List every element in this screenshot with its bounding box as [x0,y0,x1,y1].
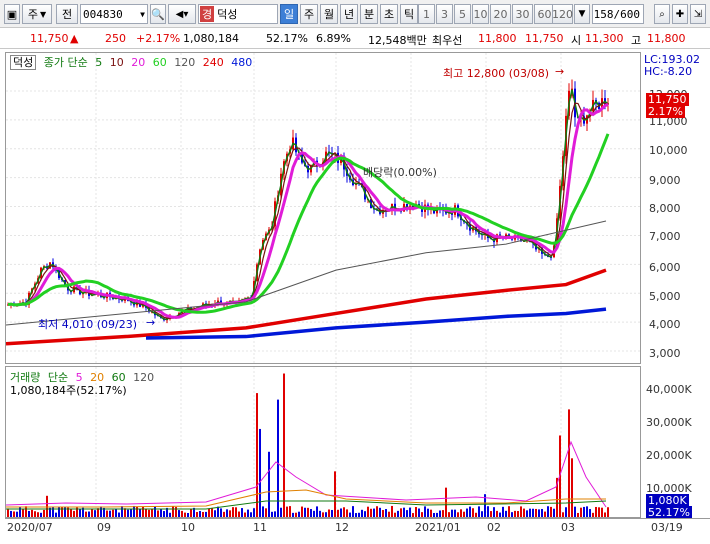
best-bid: 11,750 [525,32,564,45]
open-price: 11,300 [585,32,624,45]
tab-period-2[interactable]: 월 [320,4,338,24]
pin-icon[interactable]: ✚ [672,4,688,24]
tab-period-4[interactable]: 분 [360,4,378,24]
volume-tick: 40,000K [646,383,692,396]
price-change: 250 [105,32,126,45]
expand-icon[interactable]: ⇲ [690,4,706,24]
price-change-pct: +2.17% [136,32,181,45]
x-tick: 10 [181,521,195,534]
up-triangle-icon: ▲ [70,32,79,45]
vol-ma120-label: 120 [133,371,155,384]
x-tick: 02 [487,521,501,534]
page-counter[interactable]: 158/600 [592,4,644,24]
best-ask: 11,800 [478,32,517,45]
x-tick: 03 [561,521,575,534]
stock-name: 덕성 [217,8,238,21]
quote-bar: 11,750 ▲ 250 +2.17% 1,080,184 52.17% 6.8… [0,29,710,49]
search-chart-icon[interactable]: ⌕ [654,4,670,24]
price-tick: 3,000 [649,347,681,360]
turnover-rate: 6.89% [316,32,351,45]
price-legend: 덕성 종가 단순 5 10 20 60 120 240 480 [10,54,256,70]
ma5-label: 5 [95,56,103,69]
volume-tick: 30,000K [646,416,692,429]
chevron-down-icon: ▼ [39,9,47,19]
tab-period-3[interactable]: 년 [340,4,358,24]
x-tick: 11 [253,521,267,534]
dividend-annotation: 배당락(0.00%) [363,166,437,179]
page-total: /600 [613,7,641,21]
x-tick: 2020/07 [7,521,53,534]
current-price: 11,750 [30,32,69,45]
price-tick: 9,000 [649,174,681,187]
chevron-down-icon: ▼ [578,9,586,19]
low-annotation: 최저 4,010 (09/23) [38,318,138,331]
x-tick: 03/19 [651,521,683,534]
price-tick: 5,000 [649,290,681,303]
best-bid-label: 최우선 [432,34,463,47]
open-label: 시 [571,34,582,47]
interval-button-30[interactable]: 30 [512,4,533,24]
price-tick: 10,000 [649,144,688,157]
stock-code-input[interactable]: 004830 ▼ [80,4,148,24]
stock-tag: 경 [200,6,215,22]
chart-stock-tag[interactable]: 덕성 [10,55,37,70]
volume-ratio: 52.17% [266,32,308,45]
ma240-label: 240 [202,56,224,69]
high-annotation: 최고 12,800 (03/08) [443,67,550,80]
window-menu-icon[interactable]: ▣ [4,4,20,24]
market-button[interactable]: 전 [56,4,78,24]
price-tick: 8,000 [649,202,681,215]
volume-text: 1,080,184주(52.17%) [10,384,127,397]
arrow-right-icon: → [146,316,156,329]
x-tick: 12 [335,521,349,534]
page-current: 158 [593,7,614,21]
price-tick: 4,000 [649,318,681,331]
interval-button-10[interactable]: 10 [472,4,489,24]
market-label: 전 [61,8,73,21]
window-type-label: 주 [27,8,38,21]
interval-button-3[interactable]: 3 [436,4,453,24]
ma480-label: 480 [231,56,253,69]
current-pct-tag: 2.17% [646,105,685,118]
interval-button-5[interactable]: 5 [454,4,471,24]
price-tick: 7,000 [649,230,681,243]
hc-label: HC:-8.20 [644,65,693,78]
chevron-down-icon: ▼ [140,9,145,19]
interval-button-120[interactable]: 120 [552,4,573,24]
trade-amount: 12,548백만 [368,34,427,47]
ma-label: 종가 단순 [43,56,88,69]
interval-button-1[interactable]: 1 [418,4,435,24]
stock-name-field[interactable]: 경 덕성 [198,4,278,24]
volume-value: 1,080,184 [183,32,239,45]
ma60-label: 60 [152,56,167,69]
x-tick: 2021/01 [415,521,461,534]
ma120-label: 120 [174,56,196,69]
ma10-label: 10 [109,56,124,69]
high-label: 고 [631,34,642,47]
interval-button-20[interactable]: 20 [490,4,511,24]
stock-code-value: 004830 [83,7,123,21]
right-scale: LC:193.02 HC:-8.20 12,00011,00010,0009,0… [641,52,710,519]
interval-dropdown[interactable]: ▼ [574,4,590,24]
tab-period-1[interactable]: 주 [300,4,318,24]
volume-tick: 20,000K [646,449,692,462]
search-icon[interactable]: 🔍 [150,4,166,24]
speaker-icon[interactable]: ◀▾ [168,4,196,24]
toolbar: ▣ 주 ▼ 전 004830 ▼ 🔍 ◀▾ 경 덕성 일주월년분초틱 1 3 5 10 2… [0,0,710,28]
ma20-label: 20 [131,56,146,69]
high-price: 11,800 [647,32,686,45]
x-axis: 2020/07 09 10 11 12 2021/01 02 03 03/19 [5,518,710,544]
arrow-right-icon: → [555,65,565,78]
price-tick: 6,000 [649,261,681,274]
tab-period-6[interactable]: 틱 [400,4,418,24]
window-type-select[interactable]: 주 ▼ [22,4,52,24]
x-tick: 09 [97,521,111,534]
tab-period-5[interactable]: 초 [380,4,398,24]
tab-period-0[interactable]: 일 [280,4,298,24]
